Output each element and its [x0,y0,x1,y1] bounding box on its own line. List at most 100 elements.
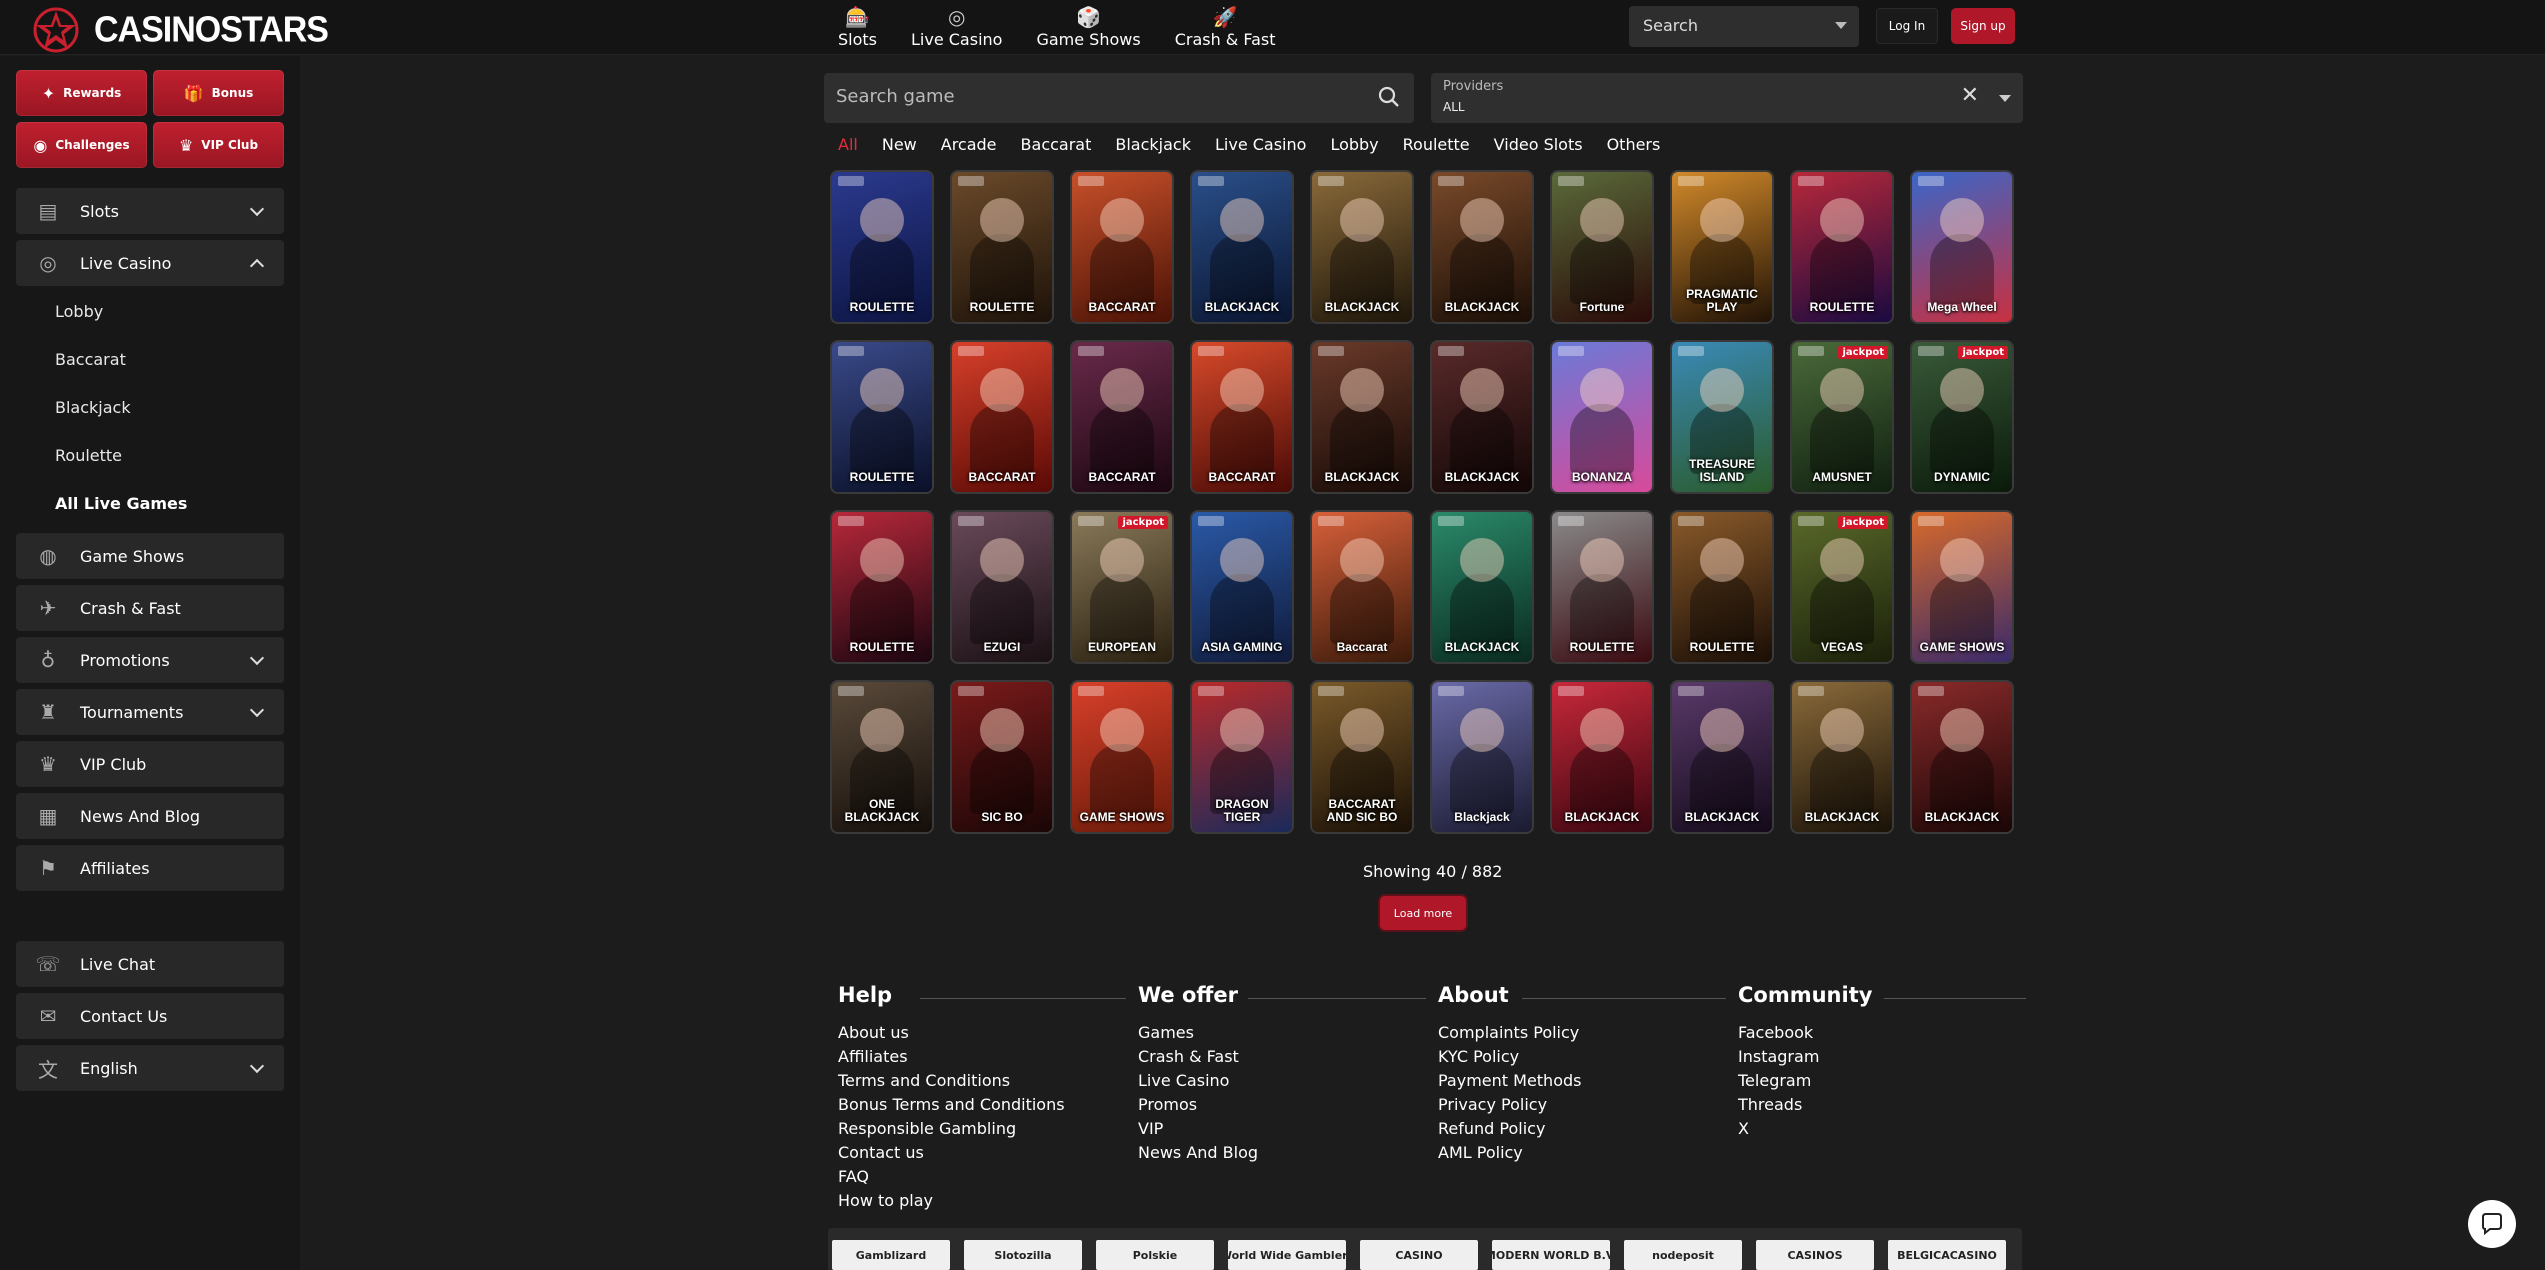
partner-logo[interactable]: Polskie [1096,1240,1214,1270]
sidebar-sub-all-live-games[interactable]: All Live Games [55,494,187,513]
game-card[interactable]: Baccarat [1312,512,1412,662]
footer-link[interactable]: Facebook [1738,1021,2028,1045]
partner-logo[interactable]: Slotozilla [964,1240,1082,1270]
game-card[interactable]: BLACKJACK [1552,682,1652,832]
game-card[interactable]: SIC BO [952,682,1052,832]
sidebar-item-news-blog[interactable]: ▦ News And Blog [16,793,284,839]
footer-link[interactable]: Responsible Gambling [838,1117,1128,1141]
sidebar-item-live-chat[interactable]: ☏ Live Chat [16,941,284,987]
footer-link[interactable]: Affiliates [838,1045,1128,1069]
game-card[interactable]: GAME SHOWS [1912,512,2012,662]
sidebar-item-game-shows[interactable]: ◍ Game Shows [16,533,284,579]
search-icon[interactable] [1378,86,1400,108]
partner-logo[interactable]: CASINOS [1756,1240,1874,1270]
footer-link[interactable]: Bonus Terms and Conditions [838,1093,1128,1117]
signup-button[interactable]: Sign up [1951,8,2015,44]
game-card[interactable]: TREASURE ISLAND [1672,342,1772,492]
clear-icon[interactable]: ✕ [1961,83,1979,108]
game-card[interactable]: jackpot EUROPEAN [1072,512,1172,662]
game-card[interactable]: ROULETTE [1552,512,1652,662]
game-card[interactable]: PRAGMATIC PLAY [1672,172,1772,322]
filter-tab-new[interactable]: New [882,135,917,157]
game-card[interactable]: BACCARAT [1192,342,1292,492]
filter-tab-others[interactable]: Others [1607,135,1661,157]
sidebar-item-promotions[interactable]: ♁ Promotions [16,637,284,683]
game-card[interactable]: jackpot AMUSNET [1792,342,1892,492]
chevron-down-icon[interactable] [1999,95,2011,102]
footer-link[interactable]: Telegram [1738,1069,2028,1093]
game-card[interactable]: ROULETTE [1672,512,1772,662]
game-card[interactable]: ASIA GAMING [1192,512,1292,662]
game-card[interactable]: DRAGON TIGER [1192,682,1292,832]
chat-widget-button[interactable] [2468,1200,2516,1248]
footer-link[interactable]: News And Blog [1138,1141,1428,1165]
language-selector[interactable]: 文 English [16,1045,284,1091]
game-card[interactable]: ROULETTE [832,512,932,662]
sidebar-item-contact-us[interactable]: ✉ Contact Us [16,993,284,1039]
game-card[interactable]: BLACKJACK [1192,172,1292,322]
topnav-crash-fast[interactable]: 🚀 Crash & Fast [1167,0,1284,55]
sidebar-sub-lobby[interactable]: Lobby [55,302,103,321]
sidebar-item-affiliates[interactable]: ⚑ Affiliates [16,845,284,891]
footer-link[interactable]: Refund Policy [1438,1117,1728,1141]
footer-link[interactable]: VIP [1138,1117,1428,1141]
vip-club-button[interactable]: ♛ VIP Club [153,122,284,168]
partner-logo[interactable]: Gamblizard [832,1240,950,1270]
load-more-button[interactable]: Load more [1380,896,1466,930]
filter-tab-video-slots[interactable]: Video Slots [1494,135,1583,157]
chevron-down-icon[interactable] [249,702,265,718]
game-card[interactable]: ROULETTE [832,342,932,492]
game-card[interactable]: EZUGI [952,512,1052,662]
footer-link[interactable]: Privacy Policy [1438,1093,1728,1117]
game-card[interactable]: BACCARAT [1072,172,1172,322]
game-card[interactable]: BACCARAT [1072,342,1172,492]
game-card[interactable]: BLACKJACK [1312,342,1412,492]
footer-link[interactable]: KYC Policy [1438,1045,1728,1069]
game-card[interactable]: BLACKJACK [1432,512,1532,662]
game-card[interactable]: BLACKJACK [1312,172,1412,322]
game-card[interactable]: BLACKJACK [1432,172,1532,322]
sidebar-item-live-casino[interactable]: ◎ Live Casino [16,240,284,286]
filter-tab-baccarat[interactable]: Baccarat [1021,135,1092,157]
footer-link[interactable]: How to play [838,1189,1128,1213]
game-search-field[interactable]: Search game [824,73,1414,123]
footer-link[interactable]: Contact us [838,1141,1128,1165]
footer-link[interactable]: Terms and Conditions [838,1069,1128,1093]
partner-logo[interactable]: nodeposit [1624,1240,1742,1270]
game-card[interactable]: Fortune [1552,172,1652,322]
filter-tab-live-casino[interactable]: Live Casino [1215,135,1306,157]
filter-tab-blackjack[interactable]: Blackjack [1115,135,1191,157]
chevron-down-icon[interactable] [249,1058,265,1074]
footer-link[interactable]: Promos [1138,1093,1428,1117]
sidebar-item-crash-fast[interactable]: ✈ Crash & Fast [16,585,284,631]
topnav-live-casino[interactable]: ◎ Live Casino [903,0,1010,55]
game-card[interactable]: BLACKJACK [1672,682,1772,832]
chevron-down-icon[interactable] [249,201,265,217]
game-card[interactable]: jackpot VEGAS [1792,512,1892,662]
game-card[interactable]: BACCARAT [952,342,1052,492]
game-card[interactable]: BONANZA [1552,342,1652,492]
footer-link[interactable]: FAQ [838,1165,1128,1189]
partner-logo[interactable]: CASINO [1360,1240,1478,1270]
filter-tab-roulette[interactable]: Roulette [1403,135,1470,157]
topnav-game-shows[interactable]: 🎲 Game Shows [1028,0,1148,55]
login-button[interactable]: Log In [1876,8,1938,44]
game-card[interactable]: ROULETTE [832,172,932,322]
chevron-up-icon[interactable] [249,258,265,274]
sidebar-item-vip-club[interactable]: ♛ VIP Club [16,741,284,787]
game-card[interactable]: BLACKJACK [1792,682,1892,832]
filter-tab-arcade[interactable]: Arcade [941,135,997,157]
game-card[interactable]: GAME SHOWS [1072,682,1172,832]
game-card[interactable]: ROULETTE [952,172,1052,322]
topnav-slots[interactable]: 🎰 Slots [830,0,885,55]
header-search-select[interactable]: Search [1629,6,1859,47]
footer-link[interactable]: Games [1138,1021,1428,1045]
footer-link[interactable]: Crash & Fast [1138,1045,1428,1069]
footer-link[interactable]: X [1738,1117,2028,1141]
footer-link[interactable]: About us [838,1021,1128,1045]
sidebar-sub-roulette[interactable]: Roulette [55,446,122,465]
sidebar-sub-blackjack[interactable]: Blackjack [55,398,131,417]
rewards-button[interactable]: ✦ Rewards [16,70,147,116]
footer-link[interactable]: Payment Methods [1438,1069,1728,1093]
sidebar-sub-baccarat[interactable]: Baccarat [55,350,126,369]
